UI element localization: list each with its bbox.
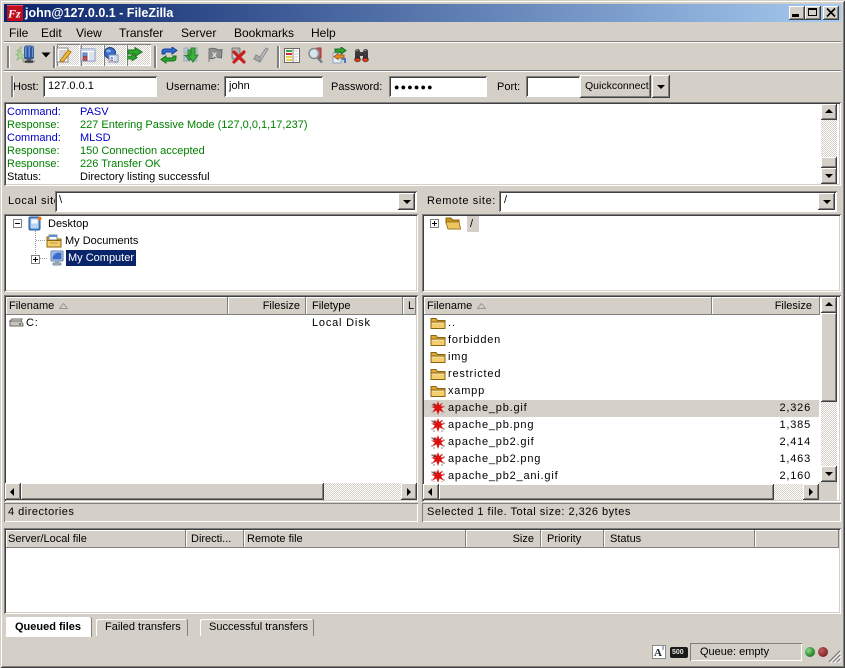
svg-text:x: x xyxy=(212,50,217,60)
svg-text:A: A xyxy=(654,647,662,659)
svg-text:Fz: Fz xyxy=(7,7,21,21)
